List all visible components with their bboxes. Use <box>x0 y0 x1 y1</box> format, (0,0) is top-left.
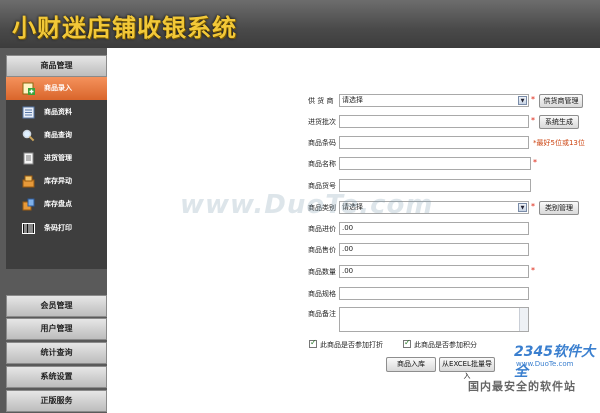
product-list-icon <box>22 106 35 119</box>
barcode-input[interactable] <box>339 136 529 149</box>
inventory-check-icon <box>22 198 35 211</box>
required-mark: * <box>531 116 535 125</box>
sidebar-item-purchase[interactable]: 进货管理 <box>6 147 107 170</box>
sidebar-item-product-search[interactable]: 商品查询 <box>6 124 107 147</box>
barcode-label: 商品条码 <box>308 139 336 147</box>
cost-input[interactable]: .00 <box>339 222 529 235</box>
row-batch: 进货批次 * 系统生成 <box>107 115 600 129</box>
row-price: 商品售价 .00 <box>107 243 600 257</box>
row-spec: 商品规格 <box>107 287 600 301</box>
watermark-url: www.DuoTe.com <box>516 360 574 368</box>
supplier-selected-value: 请选择 <box>342 96 363 104</box>
spec-input[interactable] <box>339 287 529 300</box>
search-icon <box>22 129 35 142</box>
required-mark: * <box>533 158 537 167</box>
sidebar-item-label: 进货管理 <box>44 154 72 162</box>
barcode-hint: *最好5位或13位 <box>533 139 585 147</box>
chevron-down-icon[interactable]: ▼ <box>518 203 527 212</box>
points-checkbox-label: 此商品是否参加积分 <box>414 341 477 349</box>
note-label: 商品备注 <box>308 310 336 318</box>
watermark-center: www.DuoTe.com <box>180 190 434 220</box>
category-manage-button[interactable]: 类别管理 <box>539 201 579 215</box>
sidebar-item-label: 商品资料 <box>44 108 72 116</box>
sidebar-item-label: 库存盘点 <box>44 200 72 208</box>
title-bar: 小财迷店铺收银系统 <box>0 0 600 48</box>
note-textarea[interactable] <box>339 307 529 332</box>
row-cost: 商品进价 .00 <box>107 222 600 236</box>
cost-label: 商品进价 <box>308 225 336 233</box>
price-label: 商品售价 <box>308 246 336 254</box>
supplier-label: 供 货 商 <box>308 97 334 105</box>
supplier-select[interactable]: 请选择 ▼ <box>339 94 529 107</box>
row-name: 商品名称 * <box>107 157 600 171</box>
sidebar-section-stats[interactable]: 统计查询 <box>6 342 107 364</box>
row-qty: 商品数量 .00 * <box>107 265 600 279</box>
name-input[interactable] <box>339 157 531 170</box>
sidebar: 商品管理 商品录入 商品资料 商品查询 进货管理 库存异动 库存盘点 条码打印 … <box>0 48 107 413</box>
points-checkbox[interactable] <box>403 338 411 348</box>
sidebar-section-product[interactable]: 商品管理 <box>6 55 107 77</box>
qty-input[interactable]: .00 <box>339 265 529 278</box>
row-note: 商品备注 <box>107 307 600 332</box>
sidebar-item-inventory-move[interactable]: 库存异动 <box>6 170 107 193</box>
note-scrollbar[interactable] <box>519 308 528 331</box>
save-to-stock-button[interactable]: 商品入库 <box>386 357 436 372</box>
app-title: 小财迷店铺收银系统 <box>12 14 237 42</box>
sidebar-item-label: 商品查询 <box>44 131 72 139</box>
sidebar-submenu: 商品录入 商品资料 商品查询 进货管理 库存异动 库存盘点 条码打印 <box>6 77 107 269</box>
add-product-icon <box>22 82 35 95</box>
chevron-down-icon[interactable]: ▼ <box>518 96 527 105</box>
spec-label: 商品规格 <box>308 290 336 298</box>
qty-label: 商品数量 <box>308 268 336 276</box>
sidebar-item-label: 库存异动 <box>44 177 72 185</box>
required-mark: * <box>531 266 535 275</box>
discount-checkbox-label: 此商品是否参加打折 <box>320 341 383 349</box>
price-input[interactable]: .00 <box>339 243 529 256</box>
sidebar-item-label: 商品录入 <box>44 84 72 92</box>
sidebar-section-member[interactable]: 会员管理 <box>6 295 107 317</box>
barcode-icon <box>22 223 35 234</box>
sidebar-section-settings[interactable]: 系统设置 <box>6 366 107 388</box>
batch-label: 进货批次 <box>308 118 336 126</box>
sidebar-item-barcode-print[interactable]: 条码打印 <box>6 217 107 240</box>
import-excel-button[interactable]: 从EXCEL批量导入 <box>439 357 495 380</box>
required-mark: * <box>531 95 535 104</box>
sidebar-item-inventory-check[interactable]: 库存盘点 <box>6 193 107 216</box>
inventory-move-icon <box>22 175 35 188</box>
sidebar-section-user[interactable]: 用户管理 <box>6 318 107 340</box>
required-mark: * <box>531 202 535 211</box>
sidebar-item-product-list[interactable]: 商品资料 <box>6 101 107 124</box>
sidebar-item-label: 条码打印 <box>44 224 72 232</box>
discount-checkbox[interactable] <box>309 338 317 348</box>
generate-batch-button[interactable]: 系统生成 <box>539 115 579 129</box>
row-barcode: 商品条码 *最好5位或13位 <box>107 136 600 150</box>
sidebar-section-license[interactable]: 正版服务 <box>6 390 107 412</box>
watermark-tagline: 国内最安全的软件站 <box>468 380 576 393</box>
supplier-manage-button[interactable]: 供货商管理 <box>539 94 583 108</box>
row-supplier: 供 货 商 请选择 ▼ * 供货商管理 <box>107 94 600 108</box>
document-icon <box>23 152 34 165</box>
name-label: 商品名称 <box>308 160 336 168</box>
sidebar-item-product-entry[interactable]: 商品录入 <box>6 77 107 100</box>
batch-input[interactable] <box>339 115 529 128</box>
